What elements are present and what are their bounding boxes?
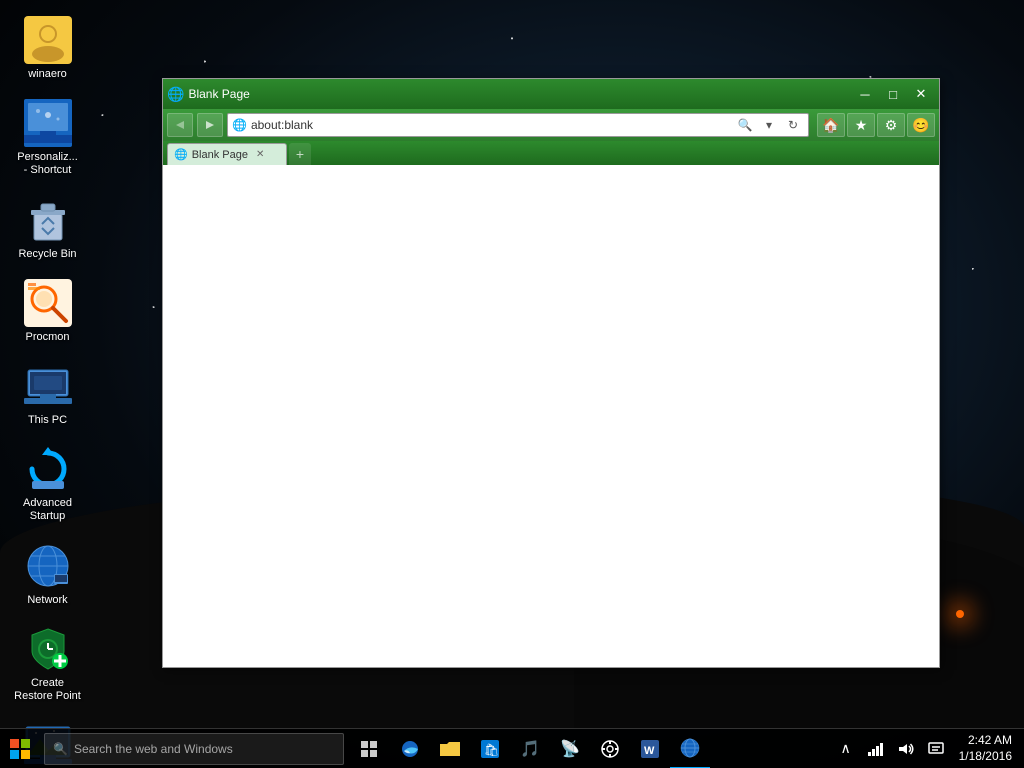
taskbar: 🔍 Search the web and Windows: [0, 728, 1024, 768]
personalize-icon: [24, 99, 72, 147]
restore-icon: [24, 625, 72, 673]
ie-address-icon: 🌐: [232, 118, 247, 132]
desktop-icon-recycle[interactable]: Recycle Bin: [10, 190, 85, 267]
ie-titlebar: 🌐 Blank Page ─ □ ✕: [163, 79, 939, 109]
desktop: winaero Personaliz... - Sh: [0, 0, 1024, 768]
taskbar-media-button[interactable]: 🎵: [510, 729, 550, 768]
personalize-label: Personaliz... - Shortcut: [14, 151, 81, 177]
taskbar-word-button[interactable]: W: [630, 729, 670, 768]
start-button[interactable]: [0, 729, 40, 768]
ie-minimize-button[interactable]: ─: [851, 83, 879, 105]
desktop-icon-personalize[interactable]: Personaliz... - Shortcut: [10, 93, 85, 183]
ie-tab-blank[interactable]: 🌐 Blank Page ✕: [167, 143, 287, 165]
svg-text:🛍: 🛍: [484, 743, 499, 757]
system-tray: ∧: [831, 729, 951, 768]
taskbar-task-buttons: 🛍 🎵 📡: [350, 729, 710, 768]
tray-network-icon[interactable]: [861, 729, 891, 768]
ie-forward-button[interactable]: [197, 113, 223, 137]
ie-home-button[interactable]: 🏠: [817, 113, 845, 137]
thispc-icon: [24, 362, 72, 410]
ie-right-buttons: 🏠 ★ ⚙ 😊: [817, 113, 935, 137]
recycle-label: Recycle Bin: [18, 248, 76, 261]
procmon-icon: [24, 279, 72, 327]
recycle-icon: [24, 196, 72, 244]
ie-tab-label: Blank Page: [192, 149, 248, 161]
network-icon: [24, 542, 72, 590]
ie-new-tab-button[interactable]: +: [289, 143, 311, 165]
ie-title-text: Blank Page: [188, 87, 249, 101]
ie-back-button[interactable]: [167, 113, 193, 137]
tray-action-center[interactable]: [921, 729, 951, 768]
taskbar-edge-button[interactable]: [390, 729, 430, 768]
taskbar-ie-button[interactable]: [670, 729, 710, 768]
search-icon: 🔍: [53, 742, 68, 756]
ie-search-button[interactable]: 🔍: [734, 115, 756, 135]
search-placeholder: Search the web and Windows: [74, 742, 233, 756]
desktop-icon-winaero[interactable]: winaero: [10, 10, 85, 87]
advanced-icon: [24, 445, 72, 493]
ie-close-button[interactable]: ✕: [907, 83, 935, 105]
desktop-icon-procmon[interactable]: Procmon: [10, 273, 85, 350]
ie-refresh-button[interactable]: ↻: [782, 115, 804, 135]
svg-text:W: W: [644, 745, 655, 757]
ie-tools-button[interactable]: ⚙: [877, 113, 905, 137]
restore-label: Create Restore Point: [14, 677, 81, 703]
taskbar-store-button[interactable]: 🛍: [470, 729, 510, 768]
clock-display[interactable]: 2:42 AM 1/18/2016: [951, 729, 1020, 768]
ie-emoji-button[interactable]: 😊: [907, 113, 935, 137]
ie-favorites-button[interactable]: ★: [847, 113, 875, 137]
ie-tab-icon: 🌐: [174, 148, 188, 161]
clock-date: 1/18/2016: [959, 749, 1012, 765]
desktop-icons-container: winaero Personaliz... - Sh: [0, 0, 95, 768]
procmon-label: Procmon: [25, 331, 69, 344]
ie-window-controls: ─ □ ✕: [851, 83, 935, 105]
ie-tabbar: 🌐 Blank Page ✕ +: [163, 141, 939, 165]
taskbar-connect-button[interactable]: 📡: [550, 729, 590, 768]
advanced-label: Advanced Startup: [14, 497, 81, 523]
ie-tab-close-button[interactable]: ✕: [256, 149, 264, 160]
taskbar-right: ∧: [831, 729, 1024, 768]
ie-browser-window: 🌐 Blank Page ─ □ ✕: [162, 78, 940, 668]
ie-maximize-button[interactable]: □: [879, 83, 907, 105]
thispc-label: This PC: [28, 414, 67, 427]
tray-chevron[interactable]: ∧: [831, 729, 861, 768]
task-view-button[interactable]: [350, 729, 390, 768]
desktop-icon-restore[interactable]: Create Restore Point: [10, 619, 85, 709]
taskbar-explorer-button[interactable]: [430, 729, 470, 768]
ie-title-icon: 🌐: [167, 86, 184, 103]
connect-icon: 📡: [560, 739, 580, 759]
desktop-icon-advanced[interactable]: Advanced Startup: [10, 439, 85, 529]
winaero-label: winaero: [28, 68, 67, 81]
ie-address-bar[interactable]: 🌐 🔍 ▾ ↻: [227, 113, 809, 137]
media-icon: 🎵: [520, 739, 540, 759]
network-label: Network: [27, 594, 67, 607]
clock-time: 2:42 AM: [968, 733, 1012, 749]
ie-toolbar: 🌐 🔍 ▾ ↻ 🏠 ★ ⚙ 😊: [163, 109, 939, 141]
desktop-icon-thispc[interactable]: This PC: [10, 356, 85, 433]
ie-title-left: 🌐 Blank Page: [167, 86, 250, 103]
ie-address-input[interactable]: [251, 118, 734, 132]
taskbar-settings-button[interactable]: [590, 729, 630, 768]
winaero-icon: [24, 16, 72, 64]
windows-logo-icon: [10, 739, 30, 759]
desktop-icon-network[interactable]: Network: [10, 536, 85, 613]
tray-volume-icon[interactable]: [891, 729, 921, 768]
ie-address-actions: 🔍 ▾ ↻: [734, 115, 804, 135]
background-glow: [956, 610, 964, 618]
ie-content-area: [163, 165, 939, 667]
ie-dropdown-button[interactable]: ▾: [758, 115, 780, 135]
taskbar-search[interactable]: 🔍 Search the web and Windows: [44, 733, 344, 765]
